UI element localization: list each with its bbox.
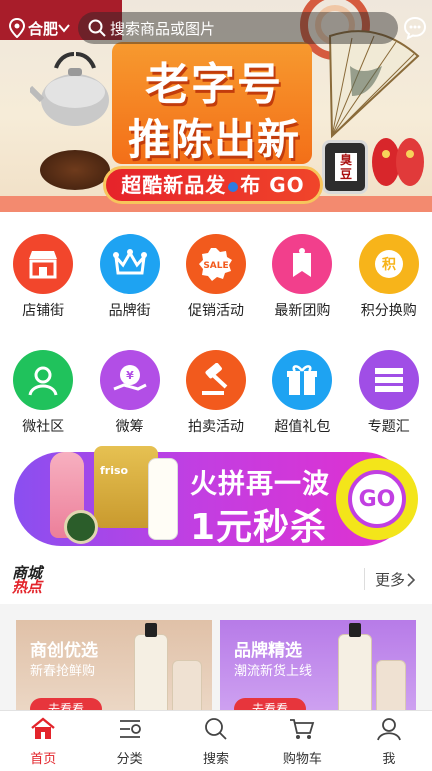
nav-item[interactable]: 品牌街	[86, 234, 172, 320]
nav-item[interactable]: 积积分换购	[346, 234, 432, 320]
search-icon	[88, 19, 106, 37]
more-label: 更多	[375, 571, 406, 589]
tab-label: 购物车	[282, 752, 322, 767]
search-input[interactable]: 搜索商品或图片	[78, 12, 398, 44]
mall-hot-logo-bottom: 热点	[12, 578, 43, 596]
promo-section: friso 火拼再一波 1元秒杀 GO	[0, 444, 432, 556]
location-selector[interactable]: 合肥	[8, 14, 72, 42]
product-box-image	[376, 660, 406, 716]
embroidered-shoes-image	[372, 138, 424, 186]
crown-icon	[99, 234, 160, 294]
tea-cake-image	[40, 150, 110, 190]
carousel-dot-icon	[228, 181, 239, 192]
promo-line1: 火拼再一波	[190, 469, 330, 500]
hero-cta-button[interactable]: 超酷新品发布 GO	[103, 166, 323, 204]
promo-line2: 1元秒杀	[190, 507, 328, 548]
svg-text:¥: ¥	[126, 369, 134, 382]
flash-sale-banner[interactable]: friso 火拼再一波 1元秒杀 GO	[14, 446, 418, 548]
teapot-image	[30, 52, 109, 126]
feature-cards: 商创优选 新春抢鲜购 去看看 品牌精选 潮流新货上线 去看看	[0, 604, 432, 716]
mall-hot-header: 商城 热点 更多	[0, 556, 432, 604]
card-title: 商创优选	[30, 641, 98, 661]
nav-item-label: 微社区	[22, 419, 65, 435]
user-icon	[376, 717, 402, 745]
chevron-down-icon	[58, 24, 70, 33]
tab-cart[interactable]: 购物车	[259, 711, 345, 771]
nav-item-label: 微筹	[115, 419, 144, 435]
card-title: 品牌精选	[234, 641, 302, 661]
hero-cta-text: 超酷新品发	[121, 173, 227, 197]
more-link[interactable]: 更多	[375, 569, 417, 590]
cart-icon	[289, 717, 315, 745]
chevron-right-icon	[407, 572, 416, 587]
product-box-image	[172, 660, 202, 716]
nav-item-label: 店铺街	[22, 303, 65, 319]
nav-item[interactable]: 拍卖活动	[173, 350, 259, 436]
sale-icon: SALE	[185, 234, 246, 294]
jar-image: 臭豆	[322, 140, 368, 194]
community-icon	[13, 350, 74, 410]
svg-text:SALE: SALE	[203, 261, 228, 271]
hero-cta-go: 布 GO	[240, 173, 305, 197]
nav-item[interactable]: 专题汇	[346, 350, 432, 436]
gift-icon	[272, 350, 333, 410]
card-subtitle: 潮流新货上线	[234, 664, 313, 679]
nav-item-label: 促销活动	[187, 303, 244, 319]
mall-hot-logo: 商城 热点	[12, 566, 52, 596]
nav-item-label: 最新团购	[274, 303, 331, 319]
city-label: 合肥	[28, 19, 59, 38]
hero-subtitle: 推陈出新	[127, 115, 300, 164]
lotion-image	[148, 458, 178, 540]
promo-go-button[interactable]: GO	[336, 458, 418, 540]
top-bar: 合肥 搜索商品或图片	[0, 11, 432, 45]
auction-icon	[185, 350, 246, 410]
tab-label: 搜索	[203, 752, 230, 767]
nav-item-label: 超值礼包	[274, 419, 331, 435]
location-pin-icon	[8, 18, 26, 38]
tab-search[interactable]: 搜索	[173, 711, 259, 771]
points-icon: 积	[358, 234, 419, 294]
product-bottle-image	[134, 623, 168, 716]
divider	[364, 568, 365, 590]
home-icon	[30, 717, 56, 745]
tab-user[interactable]: 我	[346, 711, 432, 771]
nav-item[interactable]: 最新团购	[259, 234, 345, 320]
tab-label: 分类	[116, 752, 143, 767]
tab-home[interactable]: 首页	[0, 711, 86, 771]
category-icon	[117, 717, 143, 745]
search-icon	[203, 717, 229, 745]
tab-label: 我	[382, 752, 396, 767]
balm-tin-image	[64, 510, 98, 544]
crowdfund-icon: ¥	[99, 350, 160, 410]
store-icon	[13, 234, 74, 294]
nav-item-label: 专题汇	[367, 419, 410, 435]
svg-text:积: 积	[382, 256, 396, 273]
bottom-tab-bar: 首页 分类 搜索 购物车 我	[0, 710, 432, 771]
card-subtitle: 新春抢鲜购	[30, 664, 96, 679]
hero-title: 老字号	[145, 59, 283, 110]
quick-nav: 店铺街 品牌街 SALE 促销活动 最新团购积积分换购 微社区 ¥ 微筹 拍卖活动 超值礼包 专题汇	[0, 212, 432, 444]
nav-item[interactable]: 超值礼包	[259, 350, 345, 436]
nav-item[interactable]: SALE 促销活动	[173, 234, 259, 320]
feature-card[interactable]: 商创优选 新春抢鲜购 去看看	[16, 620, 212, 716]
nav-item[interactable]: 微社区	[0, 350, 86, 436]
nav-item[interactable]: 店铺街	[0, 234, 86, 320]
milk-powder-label: friso	[100, 464, 129, 477]
tab-label: 首页	[30, 752, 57, 767]
tag-icon	[272, 234, 333, 294]
tab-category[interactable]: 分类	[86, 711, 172, 771]
search-placeholder: 搜索商品或图片	[110, 19, 216, 38]
topic-icon	[358, 350, 419, 410]
nav-item-label: 积分换购	[360, 303, 417, 319]
nav-item-label: 拍卖活动	[187, 419, 244, 435]
jar-label: 臭豆	[335, 153, 357, 181]
promo-go-label: GO	[348, 470, 406, 528]
product-bottle-image	[338, 623, 372, 716]
nav-item-label: 品牌街	[108, 303, 151, 319]
feature-card[interactable]: 品牌精选 潮流新货上线 去看看	[220, 620, 416, 716]
message-icon[interactable]	[403, 16, 427, 40]
nav-item[interactable]: ¥ 微筹	[86, 350, 172, 436]
